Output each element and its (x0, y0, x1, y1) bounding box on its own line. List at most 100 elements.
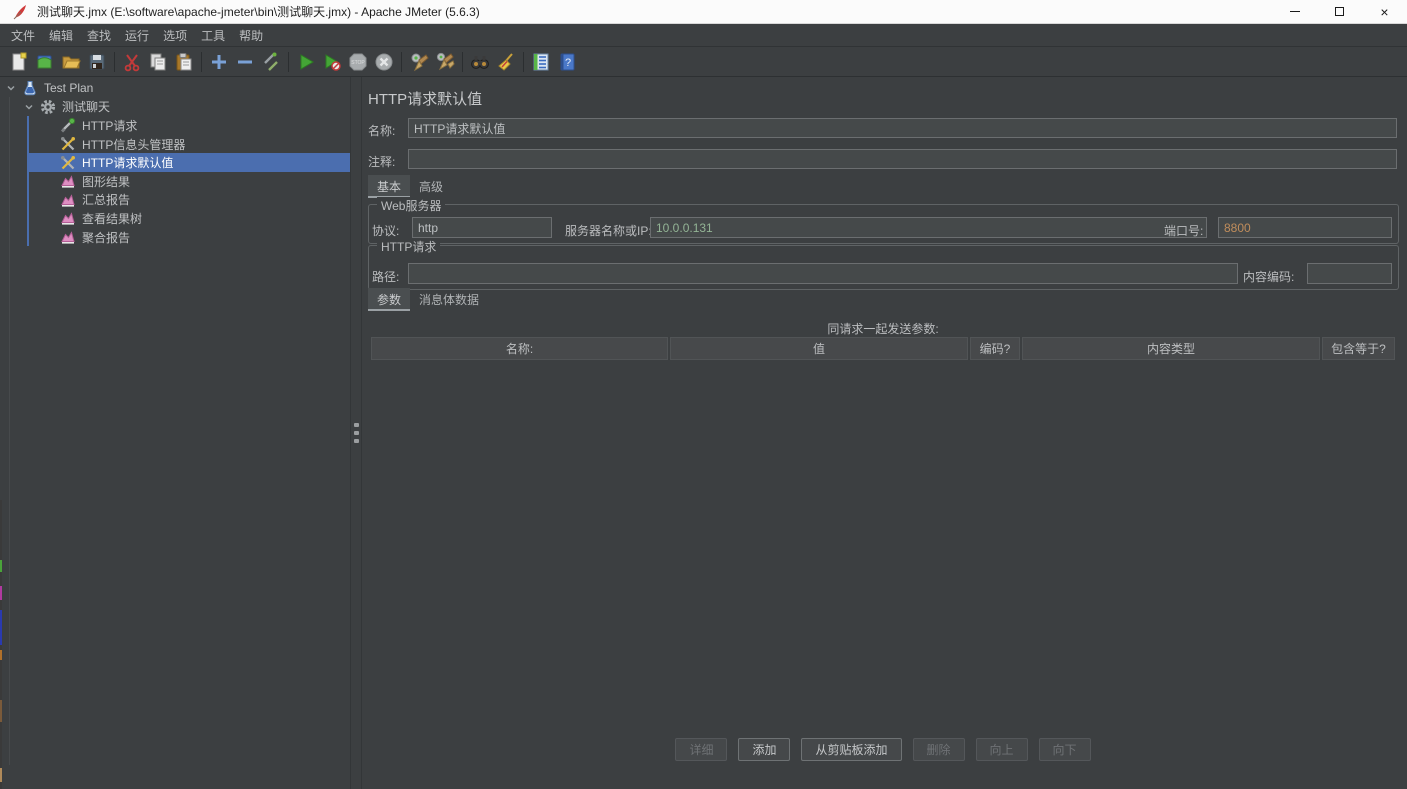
jmeter-window: 测试聊天.jmx (E:\software\apache-jmeter\bin\… (0, 0, 1407, 789)
shutdown-button[interactable] (371, 49, 397, 75)
toolbar-separator (288, 52, 289, 72)
menu-item-file[interactable]: 文件 (4, 27, 42, 44)
tree-item-request-defaults[interactable]: HTTP请求默认值 (0, 153, 350, 172)
function-helper-button[interactable] (528, 49, 554, 75)
add-row-button[interactable]: 添加 (738, 738, 790, 761)
path-input[interactable] (408, 263, 1238, 284)
new-file-icon (9, 52, 29, 72)
path-label: 路径: (372, 268, 399, 285)
delete-button[interactable]: 删除 (913, 738, 965, 761)
comment-input[interactable] (408, 149, 1397, 169)
start-no-pauses-icon (322, 52, 342, 72)
close-icon: × (1380, 5, 1388, 19)
crossed-tools-icon (60, 136, 76, 152)
splitter-grip-icon[interactable] (354, 423, 359, 443)
help-button[interactable]: ? (554, 49, 580, 75)
templates-button[interactable] (32, 49, 58, 75)
http-sampler-icon (60, 117, 76, 133)
remove-button[interactable] (232, 49, 258, 75)
tree-item-test-plan[interactable]: Test Plan (0, 79, 350, 98)
start-no-pauses-button[interactable] (319, 49, 345, 75)
column-header-include-equals[interactable]: 包含等于? (1322, 337, 1395, 360)
function-helper-icon (531, 52, 551, 72)
column-header-name[interactable]: 名称: (371, 337, 668, 360)
minimize-icon (1290, 11, 1300, 12)
clear-icon (409, 52, 429, 72)
maximize-button[interactable] (1317, 0, 1362, 23)
templates-icon (35, 52, 55, 72)
chevron-down-icon[interactable] (4, 81, 18, 95)
toolbar: STOP (0, 47, 1407, 77)
close-button[interactable]: × (1362, 0, 1407, 23)
copy-button[interactable] (145, 49, 171, 75)
protocol-input[interactable] (412, 217, 552, 238)
port-input[interactable] (1218, 217, 1392, 238)
name-input[interactable] (408, 118, 1397, 138)
column-header-content-type[interactable]: 内容类型 (1022, 337, 1320, 360)
tree-item-aggregate-report[interactable]: 聚合报告 (0, 228, 350, 247)
tree-item-header-manager[interactable]: HTTP信息头管理器 (0, 135, 350, 154)
web-server-legend: Web服务器 (377, 197, 445, 214)
server-input[interactable] (650, 217, 1207, 238)
parameters-tabs: 参数 消息体数据 (368, 290, 488, 311)
svg-text:STOP: STOP (351, 60, 365, 66)
search-button[interactable] (467, 49, 493, 75)
tab-parameters[interactable]: 参数 (368, 288, 410, 311)
toggle-button[interactable] (258, 49, 284, 75)
tab-basic[interactable]: 基本 (368, 175, 410, 198)
menu-item-help[interactable]: 帮助 (232, 27, 270, 44)
toggle-icon (261, 52, 281, 72)
toolbar-separator (401, 52, 402, 72)
table-buttons: 详细 添加 从剪贴板添加 删除 向上 向下 (371, 738, 1395, 761)
toolbar-separator (114, 52, 115, 72)
chevron-down-icon[interactable] (22, 100, 36, 114)
comment-label: 注释: (368, 153, 395, 170)
start-button[interactable] (293, 49, 319, 75)
minimize-button[interactable] (1272, 0, 1317, 23)
cut-icon (122, 52, 142, 72)
menu-item-options[interactable]: 选项 (156, 27, 194, 44)
tab-body-data[interactable]: 消息体数据 (410, 288, 488, 311)
menu-item-edit[interactable]: 编辑 (42, 27, 80, 44)
down-button[interactable]: 向下 (1039, 738, 1091, 761)
tree-item-http-sampler[interactable]: HTTP请求 (0, 116, 350, 135)
paste-button[interactable] (171, 49, 197, 75)
content-encoding-input[interactable] (1307, 263, 1392, 284)
column-header-value[interactable]: 值 (670, 337, 968, 360)
detail-button[interactable]: 详细 (675, 738, 727, 761)
chart-icon (60, 192, 76, 208)
tab-advanced[interactable]: 高级 (410, 175, 452, 198)
window-controls: × (1272, 0, 1407, 23)
binoculars-icon (470, 52, 490, 72)
menu-item-search[interactable]: 查找 (80, 27, 118, 44)
tree-item-view-results-tree[interactable]: 查看结果树 (0, 209, 350, 228)
toolbar-separator (462, 52, 463, 72)
clear-all-icon (435, 52, 455, 72)
save-button[interactable] (84, 49, 110, 75)
open-button[interactable] (58, 49, 84, 75)
tree-item-summary-report[interactable]: 汇总报告 (0, 191, 350, 210)
add-button[interactable] (206, 49, 232, 75)
reset-search-button[interactable] (493, 49, 519, 75)
up-button[interactable]: 向上 (976, 738, 1028, 761)
tree-item-graph-results[interactable]: 图形结果 (0, 172, 350, 191)
background-window-edge (0, 500, 2, 789)
column-header-encode[interactable]: 编码? (970, 337, 1020, 360)
open-folder-icon (61, 52, 81, 72)
tree-item-thread-group[interactable]: 测试聊天 (0, 98, 350, 117)
stop-button[interactable]: STOP (345, 49, 371, 75)
chart-icon (60, 229, 76, 245)
server-label: 服务器名称或IP: (565, 222, 652, 239)
add-from-clipboard-button[interactable]: 从剪贴板添加 (801, 738, 901, 761)
test-plan-icon (22, 80, 38, 96)
new-file-button[interactable] (6, 49, 32, 75)
plus-icon (209, 52, 229, 72)
cut-button[interactable] (119, 49, 145, 75)
menu-item-tools[interactable]: 工具 (194, 27, 232, 44)
clear-button[interactable] (406, 49, 432, 75)
menu-item-run[interactable]: 运行 (118, 27, 156, 44)
clear-all-button[interactable] (432, 49, 458, 75)
splitter[interactable] (350, 77, 362, 789)
gear-icon (40, 99, 56, 115)
stop-icon: STOP (348, 52, 368, 72)
